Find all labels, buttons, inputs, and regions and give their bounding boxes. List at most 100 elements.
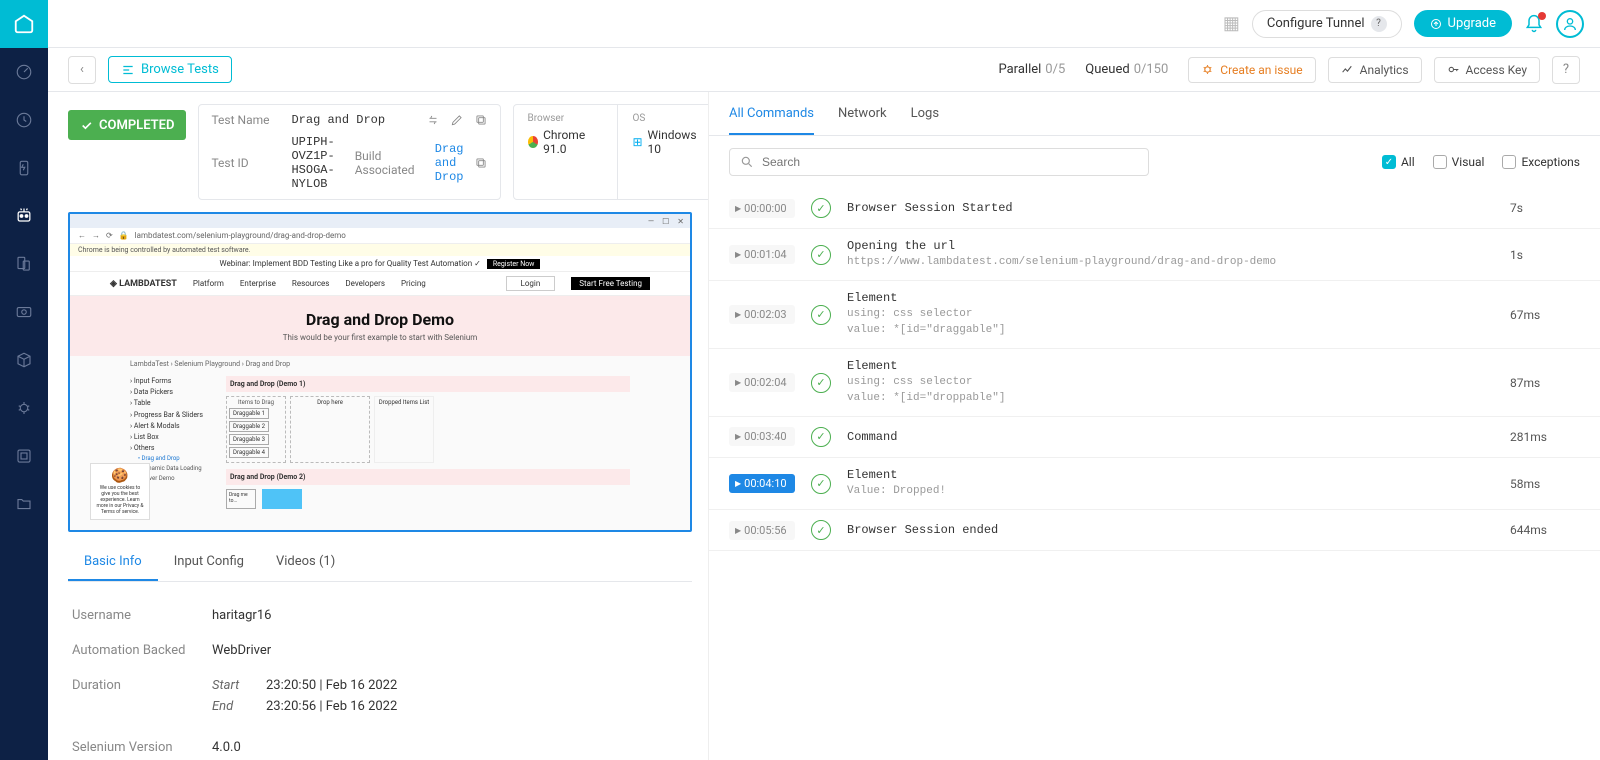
command-time[interactable]: ▶00:03:40 [729, 427, 795, 446]
env-browser: Browser Chrome 91.0 [514, 105, 619, 199]
nav-screenshot[interactable] [0, 288, 48, 336]
test-id: UPIPH-OVZ1P-HSOGA-NYLOB [291, 135, 334, 191]
command-duration: 7s [1510, 201, 1580, 215]
nav-files[interactable] [0, 480, 48, 528]
search-input[interactable] [762, 155, 1138, 169]
nav-realtime[interactable] [0, 144, 48, 192]
check-icon: ✓ [811, 198, 831, 218]
command-list: ▶00:00:00✓Browser Session Started7s▶00:0… [709, 188, 1600, 760]
command-row[interactable]: ▶00:03:40✓Command281ms [709, 417, 1600, 458]
back-button[interactable]: ‹ [68, 56, 96, 84]
command-message: Opening the urlhttps://www.lambdatest.co… [847, 239, 1494, 270]
command-row[interactable]: ▶00:02:04✓Elementusing: css selectorvalu… [709, 349, 1600, 417]
configure-tunnel-button[interactable]: Configure Tunnel ? [1252, 10, 1402, 38]
search-icon [740, 155, 754, 169]
tab-videos[interactable]: Videos (1) [260, 544, 351, 581]
check-icon: ✓ [811, 373, 831, 393]
nav-issues[interactable] [0, 384, 48, 432]
nav-automation[interactable] [0, 192, 48, 240]
check-icon: ✓ [811, 305, 831, 325]
command-message: Command [847, 430, 1494, 444]
command-row[interactable]: ▶00:05:56 ✓ Browser Session ended 644ms [709, 510, 1600, 551]
command-row[interactable]: ▶00:00:00 ✓ Browser Session Started 7s [709, 188, 1600, 229]
content: COMPLETED Test Name Drag and Drop Test I… [48, 92, 1600, 760]
help-icon: ? [1371, 16, 1387, 32]
sort-icon[interactable] [426, 113, 440, 127]
tab-input-config[interactable]: Input Config [158, 544, 260, 581]
upgrade-label: Upgrade [1448, 16, 1496, 31]
build-link[interactable]: Drag and Drop [435, 142, 464, 184]
nav-integrations[interactable] [0, 432, 48, 480]
command-duration: 1s [1510, 248, 1580, 262]
command-row[interactable]: ▶00:02:03 ✓ Elementusing: css selectorvalu… [709, 281, 1600, 349]
build-label: Build Associated [355, 149, 425, 177]
access-key-button[interactable]: Access Key [1434, 57, 1540, 83]
notifications-icon[interactable] [1524, 14, 1544, 34]
command-row[interactable]: ▶00:04:10 ✓ ElementValue: Dropped! 58ms [709, 458, 1600, 510]
filter-all[interactable]: ✓All [1382, 155, 1415, 169]
notification-dot [1538, 12, 1546, 20]
copy-id-icon[interactable] [474, 156, 488, 170]
filter-exceptions[interactable]: Exceptions [1502, 155, 1580, 169]
command-message: Elementusing: css selectorvalue: *[id="d… [847, 291, 1494, 338]
command-time[interactable]: ▶00:02:03 [729, 305, 795, 324]
windows-icon: ⊞ [632, 135, 642, 149]
tab-basic-info[interactable]: Basic Info [68, 544, 158, 581]
test-id-label: Test ID [211, 156, 281, 170]
subheader: ‹ Browse Tests Parallel0/5 Queued0/150 C… [48, 48, 1600, 92]
tab-all-commands[interactable]: All Commands [729, 106, 814, 135]
info-tabs: Basic Info Input Config Videos (1) [68, 544, 692, 582]
analytics-button[interactable]: Analytics [1328, 57, 1422, 83]
status-badge: COMPLETED [68, 110, 186, 140]
right-pane: All Commands Network Logs ✓All Visual Ex… [708, 92, 1600, 760]
queued-stat: Queued0/150 [1085, 62, 1168, 77]
filter-visual[interactable]: Visual [1433, 155, 1485, 169]
command-tabs: All Commands Network Logs [709, 92, 1600, 136]
nav-history[interactable] [0, 96, 48, 144]
browse-tests-button[interactable]: Browse Tests [108, 56, 232, 83]
nav-devices[interactable] [0, 240, 48, 288]
tab-logs[interactable]: Logs [911, 106, 939, 135]
command-message: Browser Session ended [847, 523, 1494, 537]
left-pane: COMPLETED Test Name Drag and Drop Test I… [48, 92, 708, 760]
nav-builds[interactable] [0, 336, 48, 384]
command-time[interactable]: ▶00:00:00 [729, 199, 795, 218]
command-time[interactable]: ▶00:02:04 [729, 373, 795, 392]
command-message: Browser Session Started [847, 201, 1494, 215]
upgrade-button[interactable]: Upgrade [1414, 10, 1512, 37]
command-message: ElementValue: Dropped! [847, 468, 1494, 499]
help-button[interactable]: ? [1552, 56, 1580, 84]
command-duration: 58ms [1510, 477, 1580, 491]
edit-icon[interactable] [450, 113, 464, 127]
command-row[interactable]: ▶00:01:04 ✓ Opening the urlhttps://www.lam… [709, 229, 1600, 281]
logo[interactable] [0, 0, 48, 48]
check-icon: ✓ [811, 245, 831, 265]
parallel-stat: Parallel0/5 [998, 62, 1065, 77]
apps-icon[interactable]: ▦ [1223, 13, 1240, 34]
command-duration: 644ms [1510, 523, 1580, 537]
copy-icon[interactable] [474, 113, 488, 127]
tunnel-label: Configure Tunnel [1267, 16, 1365, 31]
command-time[interactable]: ▶00:05:56 [729, 521, 795, 540]
tab-network[interactable]: Network [838, 106, 887, 135]
search-input-wrapper[interactable] [729, 148, 1149, 176]
check-icon: ✓ [811, 520, 831, 540]
user-avatar[interactable] [1556, 10, 1584, 38]
test-header: COMPLETED Test Name Drag and Drop Test I… [68, 104, 692, 200]
nav-dashboard[interactable] [0, 48, 48, 96]
env-os: OS ⊞Windows 10 [618, 105, 708, 199]
chrome-icon [528, 136, 539, 148]
screenshot-preview: —☐✕ ←→⟳🔒lambdatest.com/selenium-playgrou… [68, 212, 692, 532]
create-issue-button[interactable]: Create an issue [1188, 57, 1315, 83]
test-name-label: Test Name [211, 113, 281, 127]
command-toolbar: ✓All Visual Exceptions [709, 136, 1600, 188]
sidebar [0, 0, 48, 760]
command-duration: 87ms [1510, 376, 1580, 390]
test-name: Drag and Drop [291, 113, 385, 127]
environment: Browser Chrome 91.0 OS ⊞Windows 10 Resol… [513, 104, 709, 200]
command-time[interactable]: ▶00:04:10 [729, 474, 795, 493]
filters: ✓All Visual Exceptions [1382, 155, 1580, 169]
command-time[interactable]: ▶00:01:04 [729, 245, 795, 264]
topbar: ▦ Configure Tunnel ? Upgrade [48, 0, 1600, 48]
check-icon: ✓ [811, 474, 831, 494]
